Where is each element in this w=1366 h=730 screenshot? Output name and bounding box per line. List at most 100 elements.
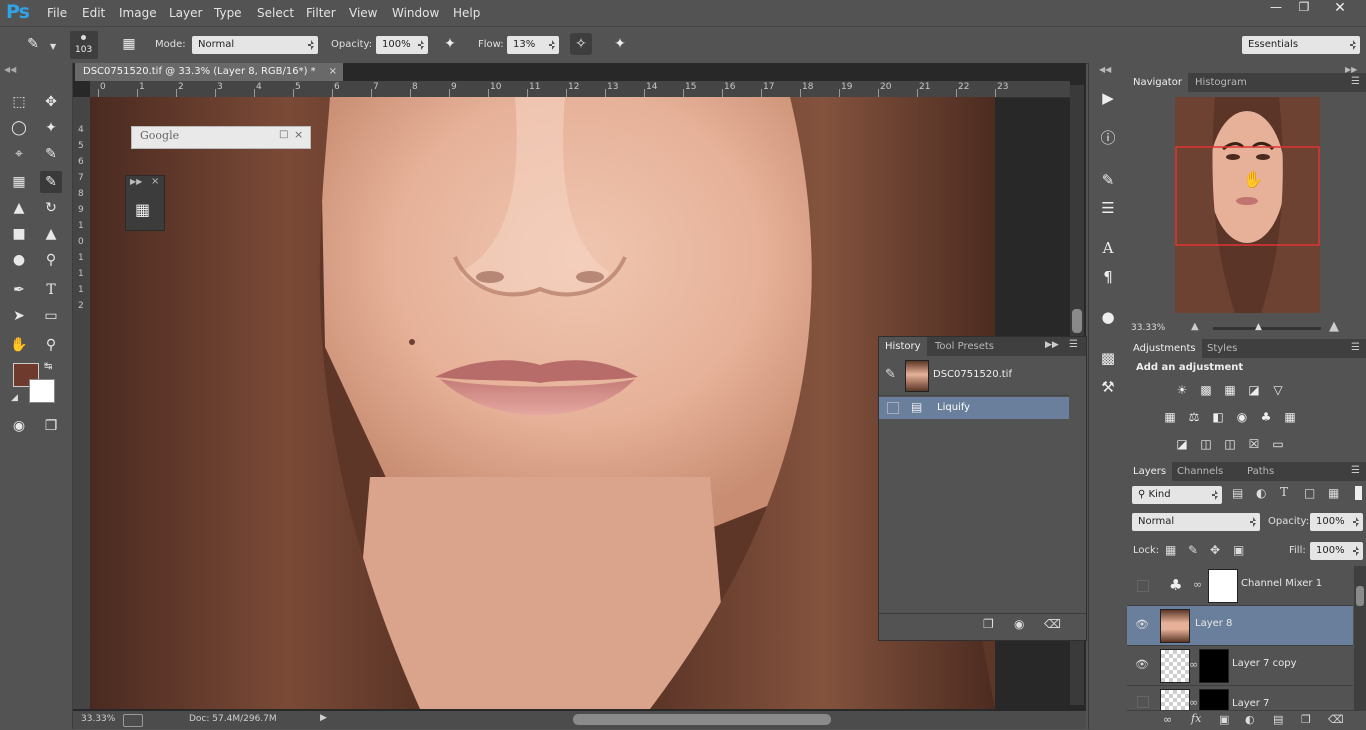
lock-transparency-icon[interactable]: ▦ xyxy=(1165,543,1176,557)
layers-scrollbar-thumb[interactable] xyxy=(1356,586,1364,606)
filter-toggle-switch[interactable] xyxy=(1355,486,1362,500)
tab-history[interactable]: History xyxy=(879,337,927,356)
quick-mask-icon[interactable]: ◉ xyxy=(8,415,30,437)
pressure-size-icon[interactable]: ✦ xyxy=(609,33,631,55)
actions-play-icon[interactable]: ▶ xyxy=(1097,87,1119,109)
layer-row-layer-7[interactable]: ∞ Layer 7 xyxy=(1127,686,1353,711)
layer-filter-select[interactable]: ⚲ Kind xyxy=(1132,486,1222,504)
clone-source-icon[interactable]: ▩ xyxy=(1097,347,1119,369)
airbrush-icon[interactable]: ✧ xyxy=(570,33,592,55)
layer-row-layer-7-copy[interactable]: 👁 ∞ Layer 7 copy xyxy=(1127,646,1353,686)
layer-thumbnail[interactable] xyxy=(1160,649,1190,683)
filter-adjustment-icon[interactable]: ◐ xyxy=(1256,486,1266,500)
new-group-icon[interactable]: ▤ xyxy=(1273,713,1283,726)
layers-menu-icon[interactable]: ☰ xyxy=(1351,465,1360,476)
brush-presets-icon[interactable]: ☰ xyxy=(1097,197,1119,219)
photo-filter-icon[interactable]: ◉ xyxy=(1233,409,1251,425)
adjustments-menu-icon[interactable]: ☰ xyxy=(1351,342,1360,353)
default-colors-icon[interactable]: ◢ xyxy=(11,393,18,403)
lasso-tool-icon[interactable]: ◯ xyxy=(8,117,30,139)
layer-mask-thumbnail[interactable] xyxy=(1208,569,1238,603)
menu-filter[interactable]: Filter xyxy=(306,6,336,20)
filter-pixel-icon[interactable]: ▤ xyxy=(1232,486,1243,500)
zoom-out-icon[interactable]: ▲ xyxy=(1191,321,1199,332)
layers-scrollbar[interactable] xyxy=(1354,566,1366,710)
zoom-tool-icon[interactable]: ⚲ xyxy=(40,334,62,356)
brush-size-picker[interactable]: 103 xyxy=(70,31,98,59)
layer-mask-thumbnail[interactable] xyxy=(1199,649,1229,683)
visibility-toggle-off[interactable] xyxy=(1137,696,1149,708)
blend-mode-select[interactable]: Normal xyxy=(1132,513,1260,531)
navigator-menu-icon[interactable]: ☰ xyxy=(1351,76,1360,87)
collapse-tools-icon[interactable]: ◀◀ xyxy=(4,65,16,74)
mini-panel-expand-icon[interactable]: ▶▶ xyxy=(130,177,142,186)
history-state-liquify[interactable]: ▤ Liquify xyxy=(879,397,1069,419)
kuler-icon[interactable]: ● xyxy=(1097,306,1119,328)
clone-stamp-tool-icon[interactable]: ▲ xyxy=(8,197,30,219)
minimize-icon[interactable]: — xyxy=(1264,0,1288,16)
layer-row-layer-8[interactable]: 👁 Layer 8 xyxy=(1127,606,1353,646)
exposure-icon[interactable]: ◪ xyxy=(1245,382,1263,398)
menu-type[interactable]: Type xyxy=(214,6,242,20)
camera-icon[interactable]: ◉ xyxy=(1014,617,1024,631)
levels-icon[interactable]: ▩ xyxy=(1197,382,1215,398)
lock-all-icon[interactable]: ▣ xyxy=(1233,543,1244,557)
character-icon[interactable]: A xyxy=(1097,237,1119,259)
navigator-zoom[interactable]: 33.33% xyxy=(1131,323,1165,333)
color-lookup-icon[interactable]: ▦ xyxy=(1281,409,1299,425)
brush-panel-toggle-icon[interactable]: ▦ xyxy=(118,33,140,55)
history-collapse-icon[interactable]: ▶▶ xyxy=(1045,340,1059,350)
mask-link-icon[interactable]: ∞ xyxy=(1189,658,1198,671)
tool-presets-icon[interactable]: ⚒ xyxy=(1097,376,1119,398)
healing-brush-tool-icon[interactable]: ▦ xyxy=(8,171,30,193)
paint-bucket-tool-icon[interactable]: ▲ xyxy=(40,223,62,245)
add-mask-icon[interactable]: ▣ xyxy=(1219,713,1229,726)
paragraph-icon[interactable]: ¶ xyxy=(1097,266,1119,288)
tab-styles[interactable]: Styles xyxy=(1201,339,1243,358)
opacity-field[interactable]: 100% xyxy=(376,36,428,54)
history-brush-source-icon[interactable]: ✎ xyxy=(885,367,896,382)
restore-icon[interactable]: ❐ xyxy=(1292,0,1316,16)
mode-select[interactable]: Normal xyxy=(192,36,318,54)
layer-thumbnail[interactable] xyxy=(1160,609,1190,643)
filter-smart-object-icon[interactable]: ▦ xyxy=(1328,486,1339,500)
new-adjustment-layer-icon[interactable]: ◐ xyxy=(1245,713,1255,726)
trash-icon[interactable]: ⌫ xyxy=(1044,617,1061,631)
tab-histogram[interactable]: Histogram xyxy=(1189,73,1253,92)
brush-tool-preset-icon[interactable]: ✎ xyxy=(22,33,44,55)
eye-icon[interactable]: 👁 xyxy=(1135,618,1149,632)
tab-adjustments[interactable]: Adjustments xyxy=(1127,339,1202,358)
history-menu-icon[interactable]: ☰ xyxy=(1069,339,1078,350)
lock-pixels-icon[interactable]: ✎ xyxy=(1188,543,1198,557)
curves-icon[interactable]: ▦ xyxy=(1221,382,1239,398)
history-brush-source-box[interactable] xyxy=(887,402,899,414)
mask-link-icon[interactable]: ∞ xyxy=(1193,578,1202,591)
vibrance-icon[interactable]: ▽ xyxy=(1269,382,1287,398)
dodge-tool-icon[interactable]: ⚲ xyxy=(40,249,62,271)
layer-thumbnail[interactable] xyxy=(1160,689,1190,710)
mini-panel-close-icon[interactable]: × xyxy=(151,176,159,187)
pressure-opacity-icon[interactable]: ✦ xyxy=(439,33,461,55)
menu-view[interactable]: View xyxy=(349,6,377,20)
document-tab[interactable]: DSC0751520.tif @ 33.3% (Layer 8, RGB/16*… xyxy=(75,63,343,81)
canvas-image[interactable] xyxy=(90,97,995,709)
invert-icon[interactable]: ◪ xyxy=(1173,436,1191,452)
tab-channels[interactable]: Channels xyxy=(1171,462,1229,481)
pen-tool-icon[interactable]: ✒ xyxy=(8,279,30,301)
filter-type-icon[interactable]: T xyxy=(1280,485,1288,499)
layer-row-channel-mixer[interactable]: ♣ ∞ Channel Mixer 1 xyxy=(1127,566,1353,606)
path-selection-tool-icon[interactable]: ➤ xyxy=(8,305,30,327)
mask-link-icon[interactable]: ∞ xyxy=(1189,696,1198,709)
layer-name[interactable]: Layer 7 copy xyxy=(1232,658,1296,669)
mini-panel-tool-icon[interactable]: ▦ xyxy=(135,200,150,219)
quick-selection-tool-icon[interactable]: ✦ xyxy=(40,117,62,139)
strip-collapse-icon[interactable]: ◀◀ xyxy=(1099,65,1111,74)
layer-mask-thumbnail[interactable] xyxy=(1199,689,1229,710)
background-color-swatch[interactable] xyxy=(29,379,55,403)
blur-tool-icon[interactable]: ● xyxy=(8,249,30,271)
channel-mixer-icon[interactable]: ♣ xyxy=(1257,409,1275,425)
history-brush-tool-icon[interactable]: ↻ xyxy=(40,197,62,219)
brush-panel-icon[interactable]: ✎ xyxy=(1097,169,1119,191)
menu-file[interactable]: File xyxy=(47,6,67,20)
google-maximize-icon[interactable]: □ xyxy=(279,129,288,140)
